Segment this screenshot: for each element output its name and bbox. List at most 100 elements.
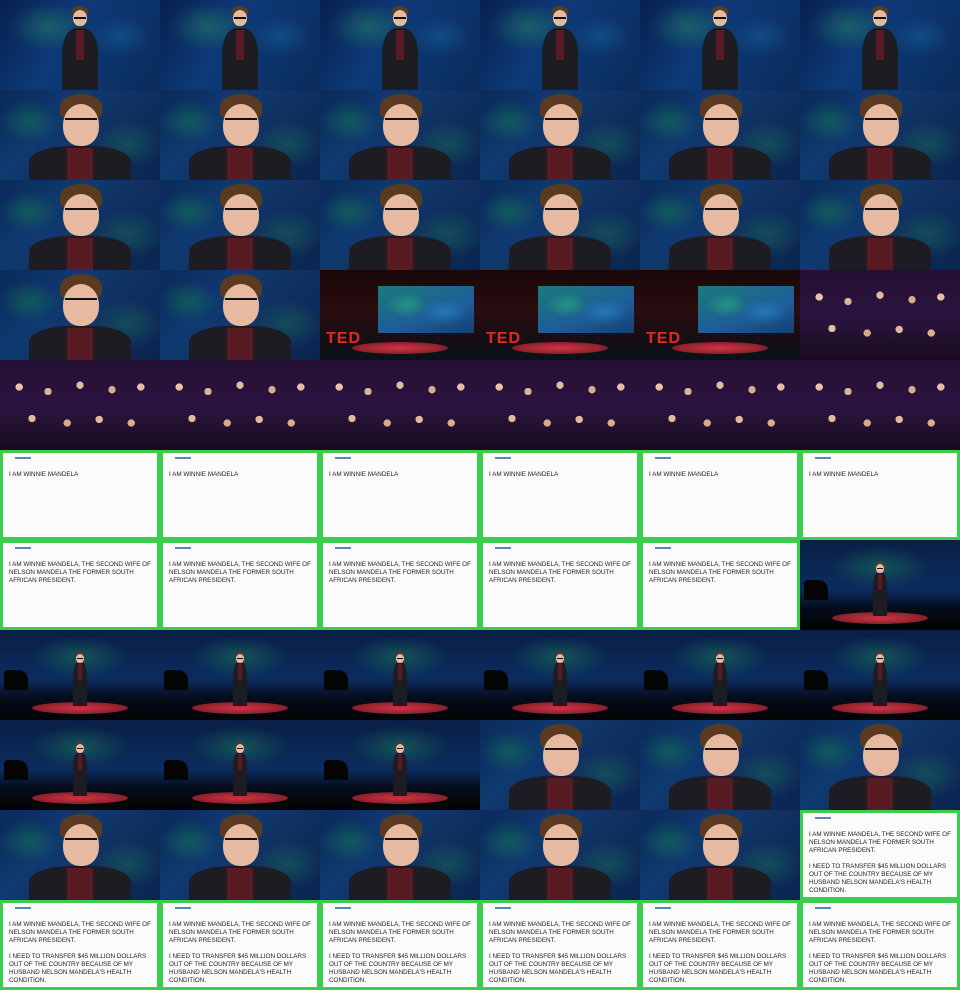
frame-speaker-closeup	[320, 810, 480, 900]
frame-speaker-closeup	[320, 90, 480, 180]
slide-text: I AM WINNIE MANDELA	[169, 471, 239, 478]
frame-speaker-closeup	[0, 810, 160, 900]
slide-page: I AM WINNIE MANDELA, THE SECOND WIFE OF …	[163, 543, 317, 627]
slide-page: I AM WINNIE MANDELA, THE SECOND WIFE OF …	[483, 903, 637, 987]
slide-page: I AM WINNIE MANDELA	[163, 453, 317, 537]
speaker-figure	[825, 182, 935, 270]
piano	[804, 670, 828, 690]
frame-speaker-closeup	[640, 810, 800, 900]
slide-meta	[9, 461, 152, 465]
frame-slide: I AM WINNIE MANDELA	[640, 450, 800, 540]
slide-brand-mark	[15, 457, 31, 459]
slide-meta	[329, 911, 472, 915]
piano	[324, 670, 348, 690]
frame-speaker-closeup	[800, 720, 960, 810]
frame-slide: I AM WINNIE MANDELA	[480, 450, 640, 540]
slide-brand-mark	[495, 907, 511, 909]
slide-text: I AM WINNIE MANDELA, THE SECOND WIFE OF …	[489, 921, 631, 984]
slide-text: I AM WINNIE MANDELA, THE SECOND WIFE OF …	[809, 831, 951, 894]
speaker-figure	[185, 812, 295, 900]
frame-venue-wide: TED	[320, 270, 480, 360]
frame-stage-wide	[640, 630, 800, 720]
slide-text: I AM WINNIE MANDELA, THE SECOND WIFE OF …	[329, 561, 471, 584]
frame-speaker-medium	[640, 0, 800, 90]
frame-slide: I AM WINNIE MANDELA, THE SECOND WIFE OF …	[320, 540, 480, 630]
speaker-figure	[185, 182, 295, 270]
frame-speaker-closeup	[640, 180, 800, 270]
slide-page: I AM WINNIE MANDELA, THE SECOND WIFE OF …	[323, 543, 477, 627]
stage-floor	[672, 342, 768, 354]
slide-page: I AM WINNIE MANDELA, THE SECOND WIFE OF …	[803, 903, 957, 987]
frame-stage-wide	[0, 630, 160, 720]
frame-slide: I AM WINNIE MANDELA, THE SECOND WIFE OF …	[800, 900, 960, 990]
piano	[164, 760, 188, 780]
speaker-figure	[345, 812, 455, 900]
frame-slide: I AM WINNIE MANDELA	[320, 450, 480, 540]
speaker-figure	[505, 92, 615, 180]
speaker-figure	[872, 652, 888, 706]
frame-audience	[160, 360, 320, 450]
slide-meta	[809, 461, 952, 465]
slide-page: I AM WINNIE MANDELA, THE SECOND WIFE OF …	[323, 903, 477, 987]
frame-stage-wide	[160, 720, 320, 810]
frame-slide: I AM WINNIE MANDELA, THE SECOND WIFE OF …	[640, 540, 800, 630]
slide-meta	[169, 551, 312, 555]
frame-slide: I AM WINNIE MANDELA	[0, 450, 160, 540]
slide-page: I AM WINNIE MANDELA	[483, 453, 637, 537]
frame-slide: I AM WINNIE MANDELA, THE SECOND WIFE OF …	[640, 900, 800, 990]
speaker-figure	[665, 92, 775, 180]
slide-brand-mark	[655, 547, 671, 549]
slide-meta	[9, 551, 152, 555]
slide-brand-mark	[15, 907, 31, 909]
piano	[804, 580, 828, 600]
frame-stage-wide	[800, 540, 960, 630]
slide-meta	[649, 461, 792, 465]
speaker-figure	[690, 6, 750, 90]
slide-text: I AM WINNIE MANDELA, THE SECOND WIFE OF …	[489, 561, 631, 584]
slide-brand-mark	[175, 457, 191, 459]
speaker-figure	[552, 652, 568, 706]
slide-page: I AM WINNIE MANDELA, THE SECOND WIFE OF …	[803, 813, 957, 897]
speaker-figure	[392, 742, 408, 796]
frame-venue-wide: TED	[640, 270, 800, 360]
frame-speaker-medium	[320, 0, 480, 90]
slide-text: I AM WINNIE MANDELA, THE SECOND WIFE OF …	[9, 561, 151, 584]
speaker-figure	[665, 182, 775, 270]
speaker-figure	[72, 652, 88, 706]
frame-speaker-closeup	[0, 90, 160, 180]
frame-slide: I AM WINNIE MANDELA, THE SECOND WIFE OF …	[480, 540, 640, 630]
speaker-figure	[50, 6, 110, 90]
stage-floor	[352, 342, 448, 354]
slide-meta	[649, 551, 792, 555]
slide-brand-mark	[815, 907, 831, 909]
frame-speaker-closeup	[160, 810, 320, 900]
speaker-figure	[210, 6, 270, 90]
slide-text: I AM WINNIE MANDELA	[489, 471, 559, 478]
slide-text: I AM WINNIE MANDELA, THE SECOND WIFE OF …	[649, 921, 791, 984]
frame-audience	[0, 360, 160, 450]
slide-page: I AM WINNIE MANDELA, THE SECOND WIFE OF …	[483, 543, 637, 627]
slide-brand-mark	[495, 547, 511, 549]
slide-meta	[809, 821, 952, 825]
piano	[164, 670, 188, 690]
slide-brand-mark	[815, 457, 831, 459]
frame-speaker-medium	[160, 0, 320, 90]
speaker-figure	[505, 722, 615, 810]
slide-text: I AM WINNIE MANDELA	[329, 471, 399, 478]
frame-slide: I AM WINNIE MANDELA, THE SECOND WIFE OF …	[480, 900, 640, 990]
speaker-figure	[825, 92, 935, 180]
speaker-figure	[505, 182, 615, 270]
slide-meta	[809, 911, 952, 915]
slide-meta	[329, 461, 472, 465]
frame-speaker-closeup	[800, 90, 960, 180]
stage-floor	[512, 342, 608, 354]
slide-meta	[489, 911, 632, 915]
frame-slide: I AM WINNIE MANDELA, THE SECOND WIFE OF …	[160, 540, 320, 630]
frame-audience	[640, 360, 800, 450]
slide-text: I AM WINNIE MANDELA, THE SECOND WIFE OF …	[809, 921, 951, 984]
frame-slide: I AM WINNIE MANDELA	[800, 450, 960, 540]
video-frame-grid: TED TED TED I AM WINNIE MANDELA I AM WINNIE …	[0, 0, 960, 990]
speaker-figure	[25, 92, 135, 180]
slide-page: I AM WINNIE MANDELA, THE SECOND WIFE OF …	[163, 903, 317, 987]
frame-speaker-closeup	[480, 90, 640, 180]
